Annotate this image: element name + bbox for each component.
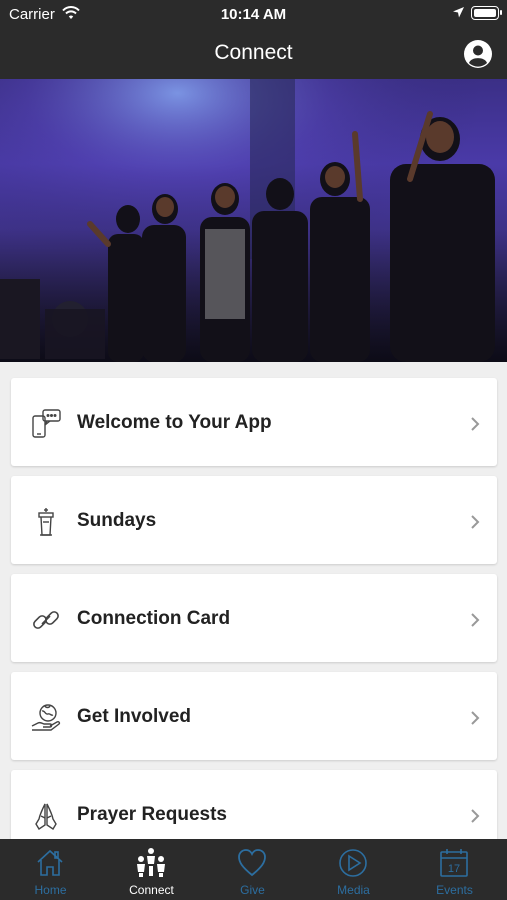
chevron-right-icon <box>471 809 480 823</box>
phone-chat-icon <box>32 409 61 438</box>
menu-item-get-involved[interactable]: Get Involved <box>11 672 497 760</box>
nav-bar: Connect <box>0 30 507 79</box>
tab-label: Give <box>240 883 265 897</box>
menu-item-sundays[interactable]: Sundays <box>11 476 497 564</box>
chevron-right-icon <box>471 613 480 627</box>
link-icon <box>33 611 59 629</box>
tab-label: Events <box>436 883 473 897</box>
menu-item-label: Connection Card <box>77 608 231 629</box>
play-circle-icon <box>339 849 367 877</box>
battery-icon <box>471 6 502 20</box>
podium-icon <box>38 508 54 536</box>
chevron-right-icon <box>471 711 480 725</box>
profile-icon[interactable] <box>463 39 493 69</box>
praying-hands-icon <box>35 803 57 830</box>
menu-item-label: Welcome to Your App <box>77 412 272 433</box>
menu-item-connection-card[interactable]: Connection Card <box>11 574 497 662</box>
tab-bar: Home Connect Give Media 17 Events <box>0 839 507 900</box>
svg-text:17: 17 <box>448 863 460 875</box>
tab-label: Connect <box>129 883 174 897</box>
menu-item-label: Get Involved <box>77 706 192 727</box>
chevron-right-icon <box>471 417 480 431</box>
chevron-right-icon <box>471 515 480 529</box>
page-title: Connect <box>214 41 293 64</box>
tab-events[interactable]: 17 Events <box>404 839 505 900</box>
tab-label: Media <box>337 883 370 897</box>
people-icon <box>137 848 165 877</box>
calendar-icon: 17 <box>440 849 468 877</box>
tab-connect[interactable]: Connect <box>101 839 202 900</box>
tab-media[interactable]: Media <box>303 839 404 900</box>
menu-item-label: Prayer Requests <box>77 804 227 825</box>
tab-label: Home <box>34 883 67 897</box>
location-arrow-icon <box>453 7 464 18</box>
hand-globe-icon <box>31 704 61 731</box>
house-icon <box>37 849 63 876</box>
hero-image <box>0 79 507 362</box>
worship-choir-photo <box>0 79 507 362</box>
menu-item-label: Sundays <box>77 510 157 531</box>
tab-give[interactable]: Give <box>202 839 303 900</box>
tab-home[interactable]: Home <box>0 839 101 900</box>
status-time: 10:14 AM <box>220 6 287 23</box>
heart-icon <box>238 849 266 877</box>
status-bar: Carrier 10:14 AM <box>0 0 507 30</box>
menu-item-welcome[interactable]: Welcome to Your App <box>11 378 497 466</box>
